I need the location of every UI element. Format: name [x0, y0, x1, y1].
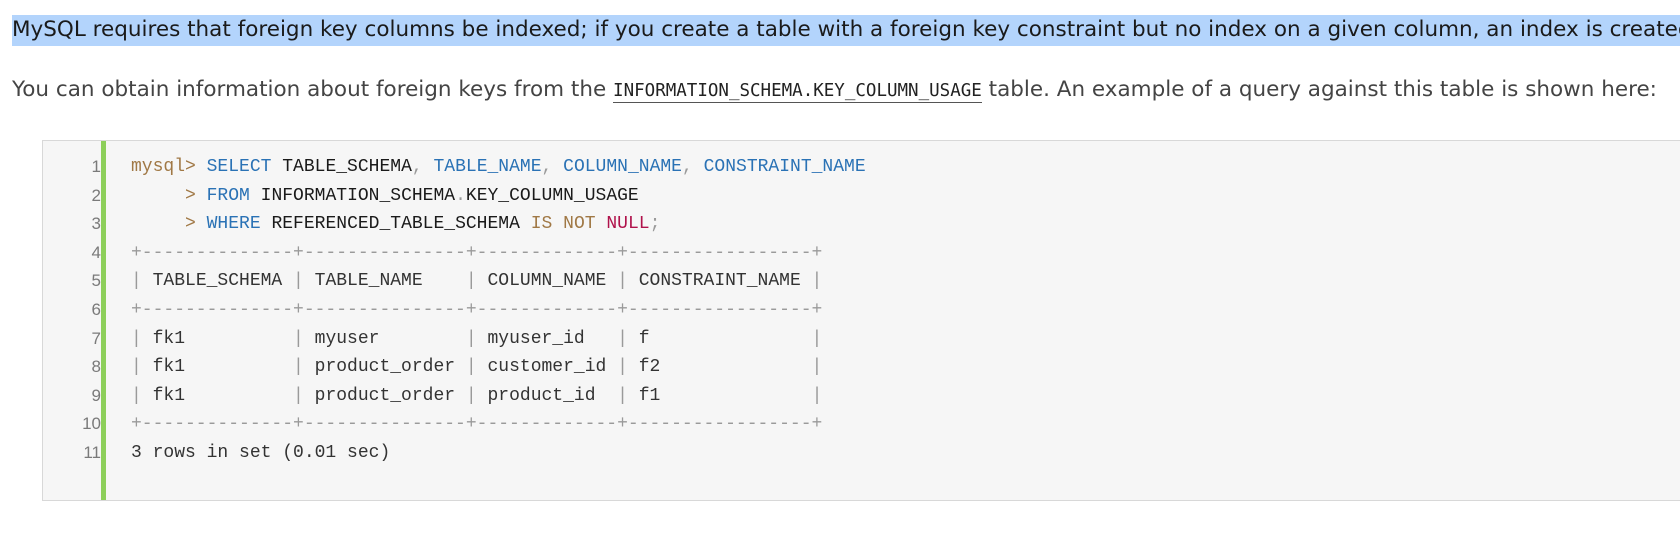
keyword-select: SELECT — [206, 157, 272, 177]
result-border: +--------------+---------------+--------… — [131, 414, 823, 435]
line-number: 8 — [91, 357, 101, 377]
column-ref: REFERENCED_TABLE_SCHEMA — [271, 214, 520, 235]
result-header-cell: TABLE_SCHEMA — [152, 271, 283, 292]
line-number: 10 — [82, 414, 101, 434]
continuation-prompt: > — [131, 185, 196, 206]
line-number: 5 — [91, 271, 101, 291]
paragraph-information-schema: You can obtain information about foreign… — [12, 75, 1657, 106]
column-ref: TABLE_NAME — [433, 157, 542, 177]
result-cell: fk1 — [152, 328, 186, 349]
code-line-from: > FROM INFORMATION_SCHEMA.KEY_COLUMN_USA… — [131, 182, 639, 211]
result-cell: fk1 — [152, 385, 186, 406]
keyword-from: FROM — [206, 185, 250, 206]
code-accent-bar — [101, 141, 106, 500]
result-cell: product_id — [487, 385, 596, 406]
paragraph-foreign-key-index: MySQL requires that foreign key columns … — [12, 15, 1680, 46]
schema-ref: INFORMATION_SCHEMA — [260, 185, 456, 206]
result-header-cell: COLUMN_NAME — [487, 271, 607, 292]
line-number: 4 — [91, 242, 101, 262]
line-number: 6 — [91, 300, 101, 319]
comma: , — [411, 157, 423, 177]
line-number: 7 — [91, 328, 101, 348]
column-ref: TABLE_SCHEMA — [282, 157, 412, 177]
inline-code-key-column-usage[interactable]: INFORMATION_SCHEMA.KEY_COLUMN_USAGE — [613, 81, 982, 103]
result-cell: fk1 — [152, 357, 186, 378]
column-ref: CONSTRAINT_NAME — [703, 157, 866, 177]
keyword-null: NULL — [606, 214, 650, 235]
result-border: +--------------+---------------+--------… — [131, 242, 823, 263]
keyword-not: NOT — [563, 214, 596, 235]
line-number: 11 — [83, 443, 101, 462]
result-cell: myuser — [314, 328, 380, 349]
result-border: +--------------+---------------+--------… — [131, 300, 823, 320]
result-cell: product_order — [314, 385, 456, 406]
result-header-cell: TABLE_NAME — [314, 271, 423, 292]
code-line-select: mysql> SELECT TABLE_SCHEMA, TABLE_NAME, … — [131, 153, 866, 182]
line-number-gutter: 1 2 3 4 5 6 7 8 9 10 11 — [43, 141, 101, 500]
comma: , — [681, 157, 693, 177]
prompt: mysql> — [131, 157, 196, 177]
paragraph-text-after: table. An example of a query against thi… — [981, 77, 1657, 102]
result-cell: f — [638, 328, 650, 349]
table-ref: KEY_COLUMN_USAGE — [465, 185, 639, 206]
line-number: 1 — [91, 157, 101, 176]
continuation-prompt: > — [131, 214, 196, 235]
result-row: | fk1 | product_order | customer_id | f2… — [131, 357, 823, 378]
result-cell: product_order — [314, 357, 456, 378]
result-cell: f2 — [638, 357, 661, 378]
keyword-is: IS — [530, 214, 553, 235]
result-row: | fk1 | myuser | myuser_id | f | — [131, 328, 823, 349]
dot: . — [455, 185, 466, 206]
result-footer: 3 rows in set (0.01 sec) — [131, 443, 391, 463]
result-cell: customer_id — [487, 357, 607, 378]
line-number: 3 — [91, 214, 101, 234]
code-line-where: > WHERE REFERENCED_TABLE_SCHEMA IS NOT N… — [131, 210, 660, 239]
result-row: | fk1 | product_order | product_id | f1 … — [131, 385, 823, 406]
result-cell: myuser_id — [487, 328, 585, 349]
semicolon: ; — [649, 214, 661, 235]
highlighted-text: MySQL requires that foreign key columns … — [12, 15, 1680, 46]
result-header-cell: CONSTRAINT_NAME — [638, 271, 801, 292]
paragraph-text-before: You can obtain information about foreign… — [12, 77, 614, 102]
keyword-where: WHERE — [206, 214, 261, 235]
line-number: 2 — [91, 185, 101, 205]
result-cell: f1 — [638, 385, 661, 406]
line-number: 9 — [91, 385, 101, 405]
result-header-row: | TABLE_SCHEMA | TABLE_NAME | COLUMN_NAM… — [131, 271, 823, 292]
column-ref: COLUMN_NAME — [563, 157, 682, 177]
code-block: 1 2 3 4 5 6 7 8 9 10 11 mysql> SELECT TA… — [42, 140, 1680, 501]
comma: , — [541, 157, 553, 177]
